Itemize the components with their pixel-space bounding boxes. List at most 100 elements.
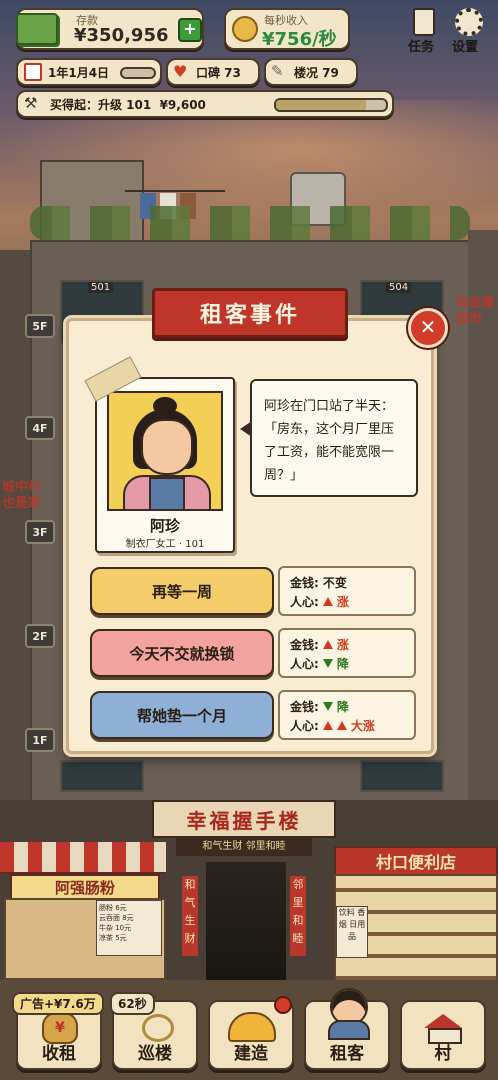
wall-text-right: 有故事 城市 (456, 296, 496, 327)
tenant-info: 制衣厂女工 · 101 (125, 539, 205, 550)
right-shop-sign: 村口便利店 (334, 846, 498, 876)
arrow-down-icon (322, 659, 333, 668)
menu-board: 肠粉 6元 云吞面 8元 牛杂 10元 凉茶 5元 (96, 900, 162, 956)
heart-icon: ♥ (173, 62, 188, 81)
tab-label: 村 (434, 1044, 452, 1064)
alley-entrance (206, 862, 286, 980)
afford-progress-fill (276, 100, 367, 110)
floor-tag-4f: 4F (25, 416, 55, 440)
laundry-line (125, 190, 225, 192)
afford-progress-bar (274, 98, 388, 112)
coin-icon (232, 16, 258, 42)
add-cash-button[interactable]: + (178, 18, 202, 42)
portrait-face (141, 419, 193, 475)
window (60, 760, 144, 792)
houses-icon (424, 1014, 462, 1028)
choice-lend-button[interactable]: 帮她垫一个月 (90, 691, 274, 739)
arrow-up-icon (322, 597, 333, 606)
portrait-apron (149, 477, 185, 509)
tenant-shirt-icon (328, 1020, 370, 1040)
timer-badge: 62秒 (110, 992, 155, 1015)
heart-label: 人心: (290, 595, 319, 609)
heart-effect: 人心: 大涨 (290, 717, 375, 734)
menu-item: 凉茶 5元 (99, 934, 127, 942)
sub-sign: 和气生财 邻里和睦 (176, 838, 312, 856)
tab-tenants[interactable]: 租客 (304, 988, 390, 1070)
choice-wait-button[interactable]: 再等一周 (90, 567, 274, 615)
money-label: 金钱: (290, 576, 319, 590)
rooftop-plants (30, 206, 470, 240)
arrow-down-icon (322, 702, 333, 711)
menu-item: 牛杂 10元 (99, 924, 132, 932)
clipboard-icon (413, 8, 435, 36)
left-shop-sign: 阿强肠粉 (10, 874, 160, 900)
arrow-up-icon (322, 640, 333, 649)
savings-value: ¥350,956 (74, 25, 169, 46)
gear-icon (455, 8, 483, 36)
calendar-icon (24, 63, 42, 81)
money-value: 降 (336, 700, 349, 714)
choice-1-effects: 金钱: 不变 人心: 涨 (278, 566, 416, 616)
arrow-up-icon (322, 721, 333, 730)
keys-icon (142, 1014, 174, 1042)
choice-change-lock-button[interactable]: 今天不交就换锁 (90, 629, 274, 677)
cash-stack-icon (16, 13, 58, 45)
event-modal: 阿珍 制衣厂女工 · 101 阿珍在门口站了半天：「房东，这个月厂里压了工资，能… (66, 318, 434, 754)
floor-tag-2f: 2F (25, 624, 55, 648)
close-button[interactable]: ✕ (408, 308, 448, 348)
date-text: 1年1月4日 (48, 66, 110, 80)
menu-item: 肠粉 6元 (99, 904, 127, 912)
close-icon: ✕ (419, 315, 437, 339)
dialog-bubble: 阿珍在门口站了半天：「房东，这个月厂里压了工资，能不能宽限一周？」 (250, 379, 418, 497)
ad-badge[interactable]: 广告+¥7.6万 (12, 992, 104, 1015)
floor-tag-1f: 1F (25, 728, 55, 752)
settings-button[interactable]: 设置 (452, 8, 483, 55)
plus-icon: + (183, 19, 197, 38)
heart-value: 大涨 (350, 719, 375, 733)
date-progress (120, 67, 156, 79)
heart-effect: 人心: 降 (290, 655, 349, 672)
heart-value: 降 (336, 657, 349, 671)
room-number: 501 (88, 282, 114, 293)
building-condition-panel: ✎ 楼况 79 (264, 58, 358, 86)
heart-value: 涨 (336, 595, 349, 609)
menu-item: 云吞面 8元 (99, 914, 134, 922)
afford-text: 买得起：升级 101 ¥9,600 (50, 98, 206, 112)
shop-side-sign: 饮料 香烟 日用品 (336, 906, 368, 958)
tab-village[interactable]: 村 (400, 1000, 486, 1070)
tab-label: 收租 (42, 1044, 76, 1064)
event-title: 租客事件 (199, 303, 300, 328)
hammer-icon: ⚒ (24, 94, 38, 112)
income-panel: 每秒收入 ¥756/秒 (224, 8, 350, 50)
afford-banner[interactable]: ⚒ 买得起：升级 101 ¥9,600 (16, 90, 394, 118)
floor-tag-3f: 3F (25, 520, 55, 544)
money-value: 不变 (322, 576, 347, 590)
tab-build[interactable]: 建造 (208, 996, 294, 1070)
tenant-card: 阿珍 制衣厂女工 · 101 (95, 377, 235, 553)
tab-label: 租客 (330, 1044, 364, 1064)
money-label: 金钱: (290, 638, 319, 652)
tasks-button[interactable]: 任务 (408, 8, 438, 55)
dialog-tail (240, 421, 252, 437)
savings-panel[interactable]: 存款 ¥350,956 + (16, 8, 204, 50)
notification-dot (274, 996, 292, 1014)
income-value: ¥756/秒 (262, 29, 337, 50)
tab-label: 建造 (234, 1044, 268, 1064)
heart-label: 人心: (290, 719, 319, 733)
money-label: 金钱: (290, 700, 319, 714)
money-effect: 金钱: 降 (290, 698, 349, 715)
money-effect: 金钱: 涨 (290, 636, 349, 653)
money-effect: 金钱: 不变 (290, 574, 347, 591)
reputation-text: 口碑 73 (196, 66, 241, 80)
building-condition-text: 楼况 79 (294, 66, 339, 80)
choice-2-effects: 金钱: 涨 人心: 降 (278, 628, 416, 678)
couplet-left: 和气生财 (182, 876, 198, 956)
floor-tag-5f: 5F (25, 314, 55, 338)
building-sign: 幸福握手楼 (152, 800, 336, 838)
left-shop-awning (0, 842, 166, 874)
dialog-text: 阿珍在门口站了半天：「房东，这个月厂里压了工资，能不能宽限一周？」 (264, 399, 395, 483)
wrench-icon: ✎ (271, 62, 284, 80)
heart-effect: 人心: 涨 (290, 593, 349, 610)
tasks-label: 任务 (408, 40, 435, 55)
money-value: 涨 (336, 638, 349, 652)
